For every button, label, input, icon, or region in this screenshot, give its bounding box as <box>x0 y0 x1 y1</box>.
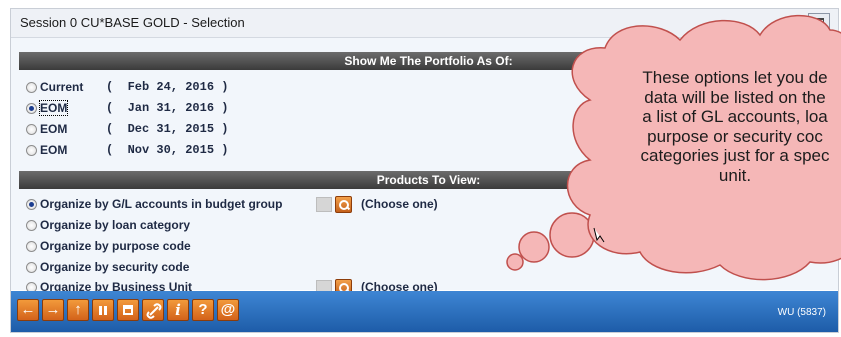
product-option-label: Organize by G/L accounts in budget group <box>40 197 283 211</box>
product-option-security-code[interactable]: Organize by security code <box>26 258 189 276</box>
back-arrow-icon[interactable]: ← <box>17 299 39 321</box>
portfolio-option-label: Current <box>40 80 84 94</box>
portfolio-option-eom-dec[interactable]: EOM ( Dec 31, 2015 ) <box>26 120 228 138</box>
title-bar: Session 0 CU*BASE GOLD - Selection <box>11 9 838 38</box>
printer-icon[interactable] <box>117 299 139 321</box>
product-radio-gl-accounts[interactable] <box>26 198 37 210</box>
callout-text: These options let you de data will be li… <box>640 68 830 185</box>
portfolio-option-date: ( Nov 30, 2015 ) <box>106 143 229 157</box>
product-option-purpose-code[interactable]: Organize by purpose code <box>26 237 191 255</box>
product-radio-loan-category[interactable] <box>26 219 37 231</box>
pause-bars-icon[interactable] <box>92 299 114 321</box>
forward-arrow-icon[interactable]: → <box>42 299 64 321</box>
help-icon[interactable]: ? <box>192 299 214 321</box>
product-option-label: Organize by loan category <box>40 218 191 232</box>
choose-one-text: (Choose one) <box>361 197 438 211</box>
portfolio-radio-eom-jan[interactable] <box>26 102 37 114</box>
info-icon[interactable]: i <box>167 299 189 321</box>
product-option-gl-accounts[interactable]: Organize by G/L accounts in budget group <box>26 195 282 213</box>
portfolio-option-eom-jan[interactable]: EOM ( Jan 31, 2016 ) <box>26 99 228 117</box>
budget-group-field[interactable] <box>316 196 332 212</box>
link-icon[interactable] <box>142 299 164 321</box>
portfolio-option-label: EOM <box>38 100 106 116</box>
portfolio-radio-current[interactable] <box>26 81 37 93</box>
portfolio-option-current[interactable]: Current ( Feb 24, 2016 ) <box>26 78 228 96</box>
portfolio-option-label: EOM <box>40 122 68 136</box>
window-icon <box>814 18 824 26</box>
product-option-label: Organize by security code <box>40 260 190 274</box>
portfolio-option-label: EOM <box>40 143 68 157</box>
portfolio-option-eom-nov[interactable]: EOM ( Nov 30, 2015 ) <box>26 141 228 159</box>
lookup-magnifier-icon[interactable] <box>335 195 352 213</box>
up-arrow-icon[interactable]: ↑ <box>67 299 89 321</box>
window-options-button[interactable] <box>808 13 830 31</box>
product-option-label: Organize by purpose code <box>40 239 191 253</box>
product-radio-security-code[interactable] <box>26 261 37 273</box>
portfolio-option-date: ( Dec 31, 2015 ) <box>106 122 229 136</box>
portfolio-radio-eom-dec[interactable] <box>26 123 37 135</box>
portfolio-option-date: ( Jan 31, 2016 ) <box>106 101 229 115</box>
focused-label: EOM <box>38 100 69 116</box>
product-radio-purpose-code[interactable] <box>26 240 37 252</box>
product-option-loan-category[interactable]: Organize by loan category <box>26 216 190 234</box>
at-icon[interactable]: @ <box>217 299 239 321</box>
portfolio-radio-eom-nov[interactable] <box>26 144 37 156</box>
portfolio-option-date: ( Feb 24, 2016 ) <box>106 80 229 94</box>
budget-group-picker: (Choose one) <box>316 195 438 213</box>
window-title: Session 0 CU*BASE GOLD - Selection <box>20 15 245 30</box>
session-status: WU (5837) <box>777 307 826 318</box>
bottom-toolbar: ← → ↑ i ? @ WU (5837) <box>11 291 838 332</box>
